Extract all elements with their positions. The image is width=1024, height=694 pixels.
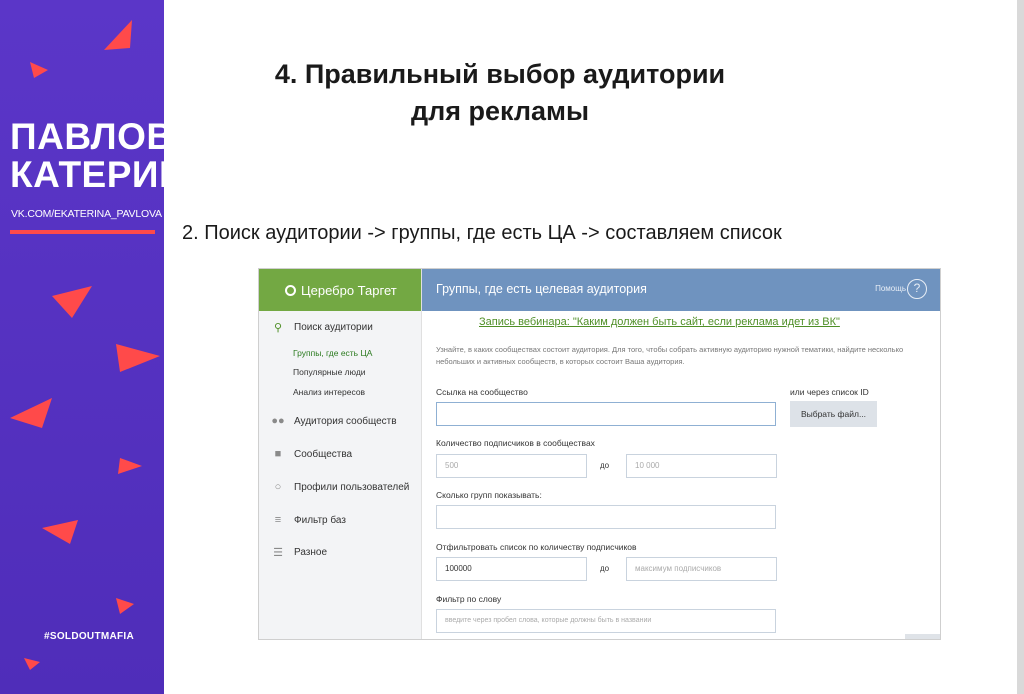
brand-name-line2: КАТЕРИНА — [10, 154, 164, 195]
brand-panel: ПАВЛОВА КАТЕРИНА VK.COM/EKATERINA_PAVLOV… — [0, 0, 164, 694]
decorative-triangles — [10, 20, 160, 670]
chat-icon: ■ — [274, 448, 282, 460]
to-word: до — [600, 461, 610, 470]
app-screenshot: Церебро Таргет ⚲ Поиск аудитории Группы,… — [258, 268, 941, 640]
sidebar-item-label: Сообщества — [294, 448, 353, 460]
app-header: Группы, где есть целевая аудитория Помощ… — [422, 269, 940, 311]
sidebar-item-community-audience[interactable]: ●● Аудитория сообществ — [271, 415, 397, 427]
list-icon: ☰ — [273, 547, 283, 559]
word-filter-input[interactable]: введите через пробел слова, которые долж… — [436, 609, 776, 633]
word-filter-label: Фильтр по слову — [436, 594, 502, 604]
brand-name-line1: ПАВЛОВА — [10, 116, 164, 157]
sidebar-item-misc[interactable]: ☰ Разное — [271, 546, 327, 559]
right-edge-strip — [1017, 0, 1024, 694]
slide-subtitle: 2. Поиск аудитории -> группы, где есть Ц… — [182, 222, 782, 244]
community-link-label: Ссылка на сообщество — [436, 387, 528, 397]
brand-underline — [10, 230, 155, 234]
webinar-link[interactable]: Запись вебинара: "Каким должен быть сайт… — [479, 316, 840, 328]
page-title: Группы, где есть целевая аудитория — [436, 282, 647, 296]
help-label[interactable]: Помощь — [875, 284, 906, 293]
filter-subscribers-label: Отфильтровать список по количеству подпи… — [436, 542, 637, 552]
brand-hashtag: #SOLDOUTMAFIA — [44, 631, 135, 642]
scroll-top-button[interactable] — [905, 634, 940, 639]
app-logo-text: Церебро Таргет — [301, 282, 397, 298]
slide-title: 4. Правильный выбор аудитории для реклам… — [200, 56, 800, 130]
sidebar-item-label: Разное — [294, 547, 328, 558]
filter-to-input[interactable]: максимум подписчиков — [626, 557, 777, 581]
sidebar-item-search[interactable]: ⚲ Поиск аудитории — [271, 321, 373, 334]
profile-icon: ○ — [274, 481, 282, 493]
submenu-popular-people[interactable]: Популярные люди — [293, 367, 366, 377]
help-icon[interactable]: ? — [907, 279, 927, 299]
sidebar-item-label: Поиск аудитории — [294, 322, 373, 333]
search-icon: ⚲ — [273, 322, 283, 334]
brain-icon — [285, 284, 296, 296]
choose-file-button[interactable]: Выбрать файл... — [790, 401, 877, 427]
sliders-icon: ≡ — [274, 514, 282, 526]
sidebar-item-user-profiles[interactable]: ○ Профили пользователей — [271, 481, 410, 493]
to-word: до — [600, 564, 610, 573]
users-icon: ●● — [271, 415, 285, 427]
community-link-input[interactable] — [436, 402, 776, 426]
sidebar-item-label: Аудитория сообществ — [294, 415, 397, 427]
slide-title-line2: для рекламы — [410, 96, 590, 126]
submenu-interest-analysis[interactable]: Анализ интересов — [293, 387, 365, 397]
id-list-label: или через список ID — [790, 387, 869, 397]
app-sidebar: Церебро Таргет ⚲ Поиск аудитории Группы,… — [259, 269, 422, 639]
groups-count-label: Сколько групп показывать: — [436, 490, 542, 500]
slide: ПАВЛОВА КАТЕРИНА VK.COM/EKATERINA_PAVLOV… — [0, 0, 1024, 694]
subscribers-from-input[interactable]: 500 — [436, 454, 587, 478]
sidebar-item-label: Фильтр баз — [294, 514, 346, 526]
sidebar-item-communities[interactable]: ■ Сообщества — [271, 448, 352, 460]
brand-url: VK.COM/EKATERINA_PAVLOVA — [11, 208, 162, 220]
slide-title-line1: 4. Правильный выбор аудитории — [274, 59, 726, 89]
sidebar-item-label: Профили пользователей — [294, 481, 410, 493]
brand-name: ПАВЛОВА КАТЕРИНА — [10, 118, 164, 194]
subscribers-label: Количество подписчиков в сообществах — [436, 438, 595, 448]
filter-from-input[interactable]: 100000 — [436, 557, 587, 581]
subscribers-to-input[interactable]: 10 000 — [626, 454, 777, 478]
description-text: Узнайте, в каких сообществах состоит ауд… — [436, 345, 904, 366]
submenu-groups-with-ta[interactable]: Группы, где есть ЦА — [293, 348, 372, 358]
app-logo[interactable]: Церебро Таргет — [259, 269, 421, 311]
groups-count-input[interactable] — [436, 505, 776, 529]
sidebar-item-base-filter[interactable]: ≡ Фильтр баз — [271, 514, 346, 526]
